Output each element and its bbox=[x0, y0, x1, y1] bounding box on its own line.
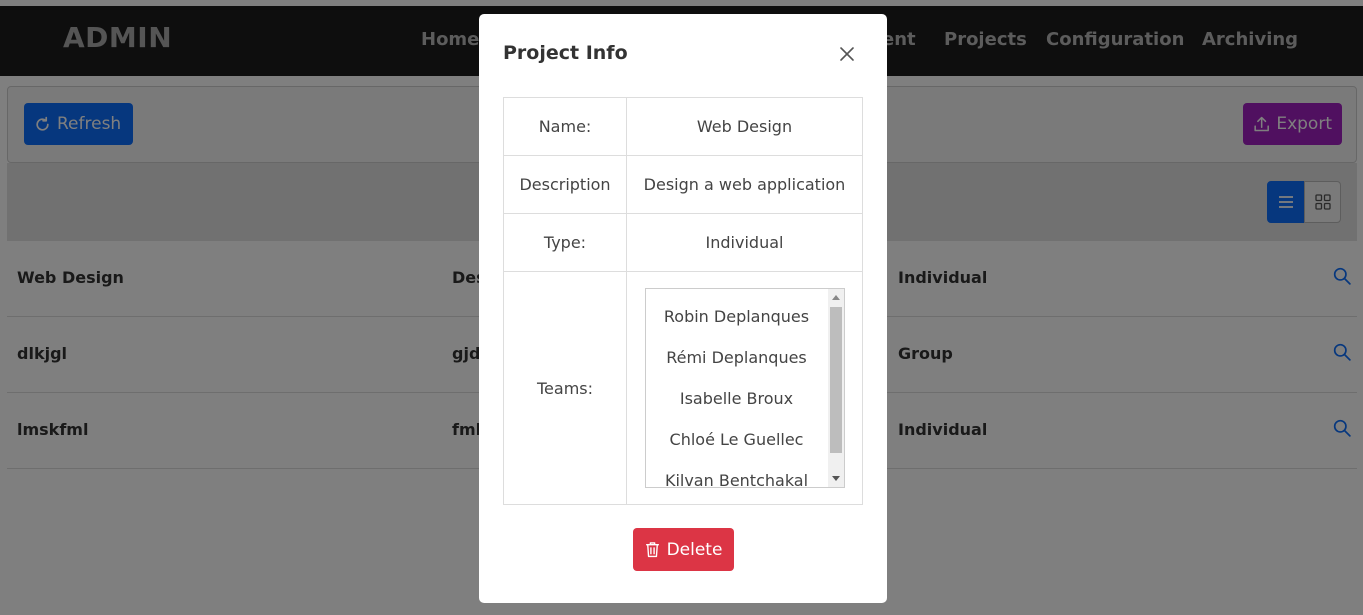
scroll-up-arrow-icon[interactable] bbox=[831, 295, 840, 300]
team-item[interactable]: Chloé Le Guellec bbox=[646, 430, 828, 449]
teams-row: Teams: Robin Deplanques Rémi Deplanques … bbox=[503, 271, 863, 505]
modal-title: Project Info bbox=[503, 42, 628, 64]
teams-cell: Robin Deplanques Rémi Deplanques Isabell… bbox=[626, 271, 863, 505]
name-value: Web Design bbox=[626, 97, 863, 156]
team-item[interactable]: Isabelle Broux bbox=[646, 389, 828, 408]
teams-list[interactable]: Robin Deplanques Rémi Deplanques Isabell… bbox=[644, 288, 845, 488]
delete-button[interactable]: Delete bbox=[633, 528, 734, 571]
description-row: Description Design a web application bbox=[503, 155, 863, 214]
scroll-down-arrow-icon[interactable] bbox=[831, 476, 840, 481]
description-label: Description bbox=[503, 155, 627, 214]
team-item[interactable]: Rémi Deplanques bbox=[646, 348, 828, 367]
name-label: Name: bbox=[503, 97, 627, 156]
close-icon[interactable] bbox=[837, 44, 857, 64]
type-value: Individual bbox=[626, 213, 863, 272]
project-info-modal: Project Info Name: Web Design Descriptio… bbox=[479, 14, 887, 603]
teams-label: Teams: bbox=[503, 271, 627, 505]
team-item[interactable]: Kilvan Bentchakal bbox=[646, 471, 828, 487]
scroll-thumb[interactable] bbox=[829, 307, 842, 453]
project-info-table: Name: Web Design Description Design a we… bbox=[503, 97, 863, 505]
name-row: Name: Web Design bbox=[503, 97, 863, 156]
delete-label: Delete bbox=[666, 539, 723, 560]
description-value: Design a web application bbox=[626, 155, 863, 214]
trash-icon bbox=[645, 542, 659, 558]
teams-scrollbar[interactable] bbox=[827, 289, 844, 487]
type-row: Type: Individual bbox=[503, 213, 863, 272]
type-label: Type: bbox=[503, 213, 627, 272]
team-item[interactable]: Robin Deplanques bbox=[646, 307, 828, 326]
